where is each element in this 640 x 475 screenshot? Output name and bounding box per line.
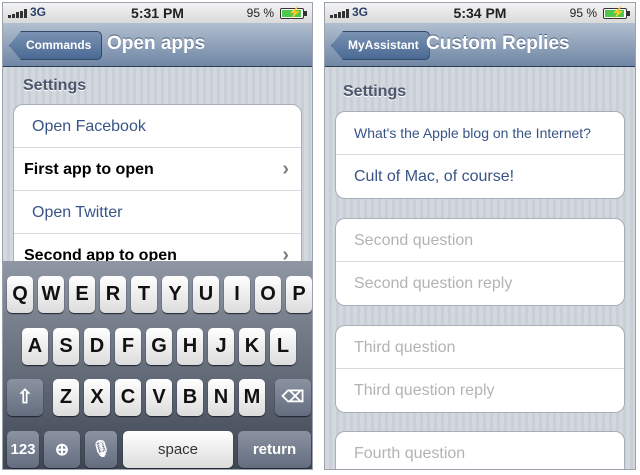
row-value: Open Twitter	[32, 204, 123, 221]
back-button[interactable]: Commands	[9, 31, 103, 60]
dictation-key[interactable]: 🎙	[85, 431, 117, 468]
right-screen: 3G 5:34 PM 95 % ⚡ MyAssistant Custom Rep…	[324, 2, 636, 470]
key-t[interactable]: T	[131, 276, 157, 313]
globe-icon: ⊕	[54, 440, 70, 459]
shift-key[interactable]: ⇧	[7, 379, 43, 416]
list-item[interactable]: First app to open ›	[14, 148, 301, 191]
key-d[interactable]: D	[84, 328, 110, 365]
reply-placeholder: Second question reply	[354, 275, 513, 292]
list-item[interactable]: Open Facebook	[14, 105, 301, 148]
question-text: What's the Apple blog on the Internet?	[354, 125, 591, 141]
key-u[interactable]: U	[193, 276, 219, 313]
key-j[interactable]: J	[208, 328, 234, 365]
list-item[interactable]: Open Twitter	[14, 191, 301, 234]
delete-icon: ⌫	[281, 389, 305, 406]
key-c[interactable]: C	[115, 379, 141, 416]
battery-icon: ⚡	[603, 7, 630, 19]
navigation-bar: Commands Open apps	[3, 23, 312, 67]
status-bar: 3G 5:34 PM 95 % ⚡	[325, 3, 635, 23]
question-placeholder: Fourth question	[354, 445, 466, 462]
reply-field[interactable]: Third question reply	[336, 369, 624, 412]
key-z[interactable]: Z	[53, 379, 79, 416]
key-w[interactable]: W	[38, 276, 64, 313]
back-button[interactable]: MyAssistant	[331, 31, 430, 60]
key-b[interactable]: B	[177, 379, 203, 416]
key-y[interactable]: Y	[162, 276, 188, 313]
page-title: Custom Replies	[426, 33, 570, 54]
key-o[interactable]: O	[255, 276, 281, 313]
reply-group-1: What's the Apple blog on the Internet? C…	[335, 111, 625, 199]
question-field[interactable]: Fourth question	[336, 432, 624, 469]
key-k[interactable]: K	[239, 328, 265, 365]
key-s[interactable]: S	[53, 328, 79, 365]
key-x[interactable]: X	[84, 379, 110, 416]
reply-placeholder: Third question reply	[354, 382, 495, 399]
row-value: Open Facebook	[32, 118, 146, 135]
reply-field[interactable]: Second question reply	[336, 262, 624, 305]
battery-percent: 95 %	[246, 6, 274, 20]
section-title: Settings	[23, 77, 87, 94]
key-a[interactable]: A	[22, 328, 48, 365]
key-q[interactable]: Q	[7, 276, 33, 313]
numbers-key[interactable]: 123	[7, 431, 39, 468]
key-p[interactable]: P	[286, 276, 312, 313]
section-title: Settings	[343, 83, 407, 100]
question-field[interactable]: What's the Apple blog on the Internet?	[336, 112, 624, 155]
key-n[interactable]: N	[208, 379, 234, 416]
key-i[interactable]: I	[224, 276, 250, 313]
left-screen: 3G 5:31 PM 95 % ⚡ Commands Open apps Set…	[2, 2, 313, 470]
page-title: Open apps	[107, 33, 206, 54]
key-m[interactable]: M	[239, 379, 265, 416]
question-field[interactable]: Third question	[336, 326, 624, 369]
key-r[interactable]: R	[100, 276, 126, 313]
key-e[interactable]: E	[69, 276, 95, 313]
row-label: First app to open	[24, 161, 154, 178]
delete-key[interactable]: ⌫	[275, 379, 311, 416]
return-key[interactable]: return	[238, 431, 311, 468]
key-l[interactable]: L	[270, 328, 296, 365]
reply-group-4: Fourth question	[335, 431, 625, 469]
reply-field[interactable]: Cult of Mac, of course!	[336, 155, 624, 198]
key-g[interactable]: G	[146, 328, 172, 365]
question-field[interactable]: Second question	[336, 219, 624, 262]
status-bar: 3G 5:31 PM 95 % ⚡	[3, 3, 312, 23]
key-f[interactable]: F	[115, 328, 141, 365]
battery-icon: ⚡	[280, 7, 307, 19]
question-placeholder: Second question	[354, 232, 474, 249]
shift-icon: ⇧	[17, 387, 33, 408]
battery-percent: 95 %	[569, 6, 597, 20]
space-key[interactable]: space	[123, 431, 233, 468]
navigation-bar: MyAssistant Custom Replies	[325, 23, 635, 67]
reply-text: Cult of Mac, of course!	[354, 168, 515, 185]
globe-key[interactable]: ⊕	[44, 431, 80, 468]
question-placeholder: Third question	[354, 339, 456, 356]
key-h[interactable]: H	[177, 328, 203, 365]
key-v[interactable]: V	[146, 379, 172, 416]
microphone-icon: 🎙	[90, 441, 112, 458]
keyboard: Q W E R T Y U I O P A S D F G H J K L ⇧ …	[3, 261, 312, 469]
settings-group: Open Facebook First app to open › Open Tw…	[13, 104, 302, 278]
reply-group-2: Second question Second question reply	[335, 218, 625, 306]
chevron-right-icon: ›	[282, 158, 289, 180]
reply-group-3: Third question Third question reply	[335, 325, 625, 413]
